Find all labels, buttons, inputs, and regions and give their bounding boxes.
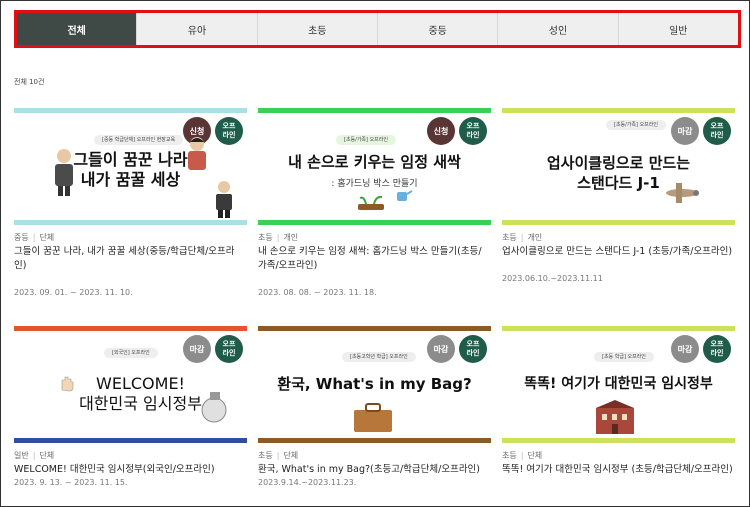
card-meta: 중등 | 단체 bbox=[14, 233, 55, 242]
card-pill: [초등 학급] 오프라인 bbox=[594, 352, 654, 362]
card-title[interactable]: 환국, What's in my Bag?(초등고/학급단체/오프라인) bbox=[258, 463, 489, 477]
card-date: 2023.06.10.~2023.11.11 bbox=[502, 274, 603, 283]
card-pill: [초등고학년 학급] 오프라인 bbox=[342, 352, 416, 362]
building-icon bbox=[596, 400, 634, 434]
tab-infant[interactable]: 유아 bbox=[137, 13, 258, 45]
card-thumbnail[interactable]: [중등 학급단체] 오프라인 현장교육 신청 오프 라인 그들이 꿈꾼 나라 내… bbox=[14, 108, 247, 225]
mode-badge: 오프 라인 bbox=[215, 117, 243, 145]
tab-all[interactable]: 전체 bbox=[17, 13, 138, 45]
card-thumbnail[interactable]: [초등고학년 학급] 오프라인 마감 오프 라인 환국, What's in m… bbox=[258, 326, 491, 443]
card-headline: 환국, What's in my Bag? bbox=[277, 375, 472, 393]
card-date: 2023. 08. 08. ~ 2023. 11. 18. bbox=[258, 288, 377, 297]
thumb-bottom-bar bbox=[258, 220, 491, 225]
thumb-top-bar bbox=[258, 108, 491, 113]
program-card[interactable]: [초등고학년 학급] 오프라인 마감 오프 라인 환국, What's in m… bbox=[258, 326, 491, 506]
card-thumbnail[interactable]: [초등/가족] 오프라인 신청 오프 라인 내 손으로 키우는 임정 새싹 : … bbox=[258, 108, 491, 225]
card-date: 2023. 09. 01. ~ 2023. 11. 10. bbox=[14, 288, 133, 297]
card-title[interactable]: 똑똑! 여기가 대한민국 임시정부 (초등/학급단체/오프라인) bbox=[502, 463, 733, 477]
sprout-icon bbox=[358, 195, 384, 210]
tab-adult[interactable]: 성인 bbox=[498, 13, 619, 45]
status-badge: 마감 bbox=[183, 335, 211, 363]
card-pill: [초등/가족] 오프라인 bbox=[606, 120, 666, 130]
card-subtitle: : 홈가드닝 박스 만들기 bbox=[331, 179, 418, 189]
thumb-top-bar bbox=[258, 326, 491, 331]
thumb-bottom-bar bbox=[258, 438, 491, 443]
tab-general[interactable]: 일반 bbox=[619, 13, 738, 45]
thumb-bottom-bar bbox=[502, 438, 735, 443]
mode-badge: 오프 라인 bbox=[459, 335, 487, 363]
mode-badge: 오프 라인 bbox=[215, 335, 243, 363]
card-meta: 초등 | 단체 bbox=[502, 451, 543, 460]
mascot-icon bbox=[201, 392, 227, 423]
card-meta: 초등 | 개인 bbox=[258, 233, 299, 242]
bag-icon bbox=[354, 403, 392, 432]
thumb-bottom-bar bbox=[14, 220, 247, 225]
thumb-top-bar bbox=[14, 108, 247, 113]
status-badge: 마감 bbox=[671, 335, 699, 363]
thumb-top-bar bbox=[502, 108, 735, 113]
elder-figure-icon bbox=[55, 149, 73, 196]
mode-badge: 오프 라인 bbox=[703, 117, 731, 145]
card-title[interactable]: WELCOME! 대한민국 임시정부(외국인/오프라인) bbox=[14, 463, 245, 477]
woman-figure-icon bbox=[188, 137, 206, 170]
card-meta: 초등 | 개인 bbox=[502, 233, 543, 242]
airplane-icon bbox=[666, 183, 699, 203]
mode-badge: 오프 라인 bbox=[459, 117, 487, 145]
card-date: 2023.9.14.~2023.11.23. bbox=[258, 478, 357, 487]
card-thumbnail[interactable]: [초등 학급] 오프라인 마감 오프 라인 똑똑! 여기가 대한민국 임시정부 bbox=[502, 326, 735, 443]
watering-can-icon bbox=[397, 190, 413, 201]
card-date: 2023. 9. 13. ~ 2023. 11. 15. bbox=[14, 478, 128, 487]
program-card[interactable]: [초등 학급] 오프라인 마감 오프 라인 똑똑! 여기가 대한민국 임시정부 … bbox=[502, 326, 735, 506]
card-headline: 내 손으로 키우는 임정 새싹 bbox=[288, 153, 461, 171]
card-meta: 일반 | 단체 bbox=[14, 451, 55, 460]
card-pill: [초등/가족] 오프라인 bbox=[336, 135, 396, 145]
card-thumbnail[interactable]: [외국인] 오프라인 마감 오프 라인 WELCOME! 대한민국 임시정부 bbox=[14, 326, 247, 443]
tab-middle[interactable]: 중등 bbox=[378, 13, 499, 45]
program-card[interactable]: [초등/가족] 오프라인 마감 오프 라인 업사이클링으로 만드는 스탠다드 J… bbox=[502, 108, 735, 303]
card-meta: 초등 | 단체 bbox=[258, 451, 299, 460]
card-pill: [중등 학급단체] 오프라인 현장교육 bbox=[94, 135, 184, 145]
status-badge: 마감 bbox=[427, 335, 455, 363]
waving-hand-icon bbox=[61, 376, 74, 392]
category-tabs: 전체 유아 초등 중등 성인 일반 bbox=[14, 10, 741, 48]
card-thumbnail[interactable]: [초등/가족] 오프라인 마감 오프 라인 업사이클링으로 만드는 스탠다드 J… bbox=[502, 108, 735, 225]
program-card[interactable]: [중등 학급단체] 오프라인 현장교육 신청 오프 라인 그들이 꿈꾼 나라 내… bbox=[14, 108, 247, 303]
card-pill: [외국인] 오프라인 bbox=[104, 348, 158, 358]
status-badge: 마감 bbox=[671, 117, 699, 145]
program-card[interactable]: [외국인] 오프라인 마감 오프 라인 WELCOME! 대한민국 임시정부 일… bbox=[14, 326, 247, 506]
thumb-top-bar bbox=[14, 326, 247, 331]
tab-elementary[interactable]: 초등 bbox=[258, 13, 378, 45]
thumb-bottom-bar bbox=[14, 438, 247, 443]
man-figure-icon bbox=[216, 181, 232, 218]
card-title[interactable]: 내 손으로 키우는 임정 새싹: 홈가드닝 박스 만들기(초등/가족/오프라인) bbox=[258, 245, 489, 273]
mode-badge: 오프 라인 bbox=[703, 335, 731, 363]
card-headline: 똑똑! 여기가 대한민국 임시정부 bbox=[524, 376, 713, 392]
result-count: 전체 10건 bbox=[14, 78, 45, 86]
program-card[interactable]: [초등/가족] 오프라인 신청 오프 라인 내 손으로 키우는 임정 새싹 : … bbox=[258, 108, 491, 303]
thumb-top-bar bbox=[502, 326, 735, 331]
card-title[interactable]: 업사이클링으로 만드는 스탠다드 J-1 (초등/가족/오프라인) bbox=[502, 245, 733, 259]
status-badge: 신청 bbox=[427, 117, 455, 145]
card-title[interactable]: 그들이 꿈꾼 나라, 내가 꿈꿀 세상(중등/학급단체/오프라인) bbox=[14, 245, 245, 273]
thumb-bottom-bar bbox=[502, 220, 735, 225]
